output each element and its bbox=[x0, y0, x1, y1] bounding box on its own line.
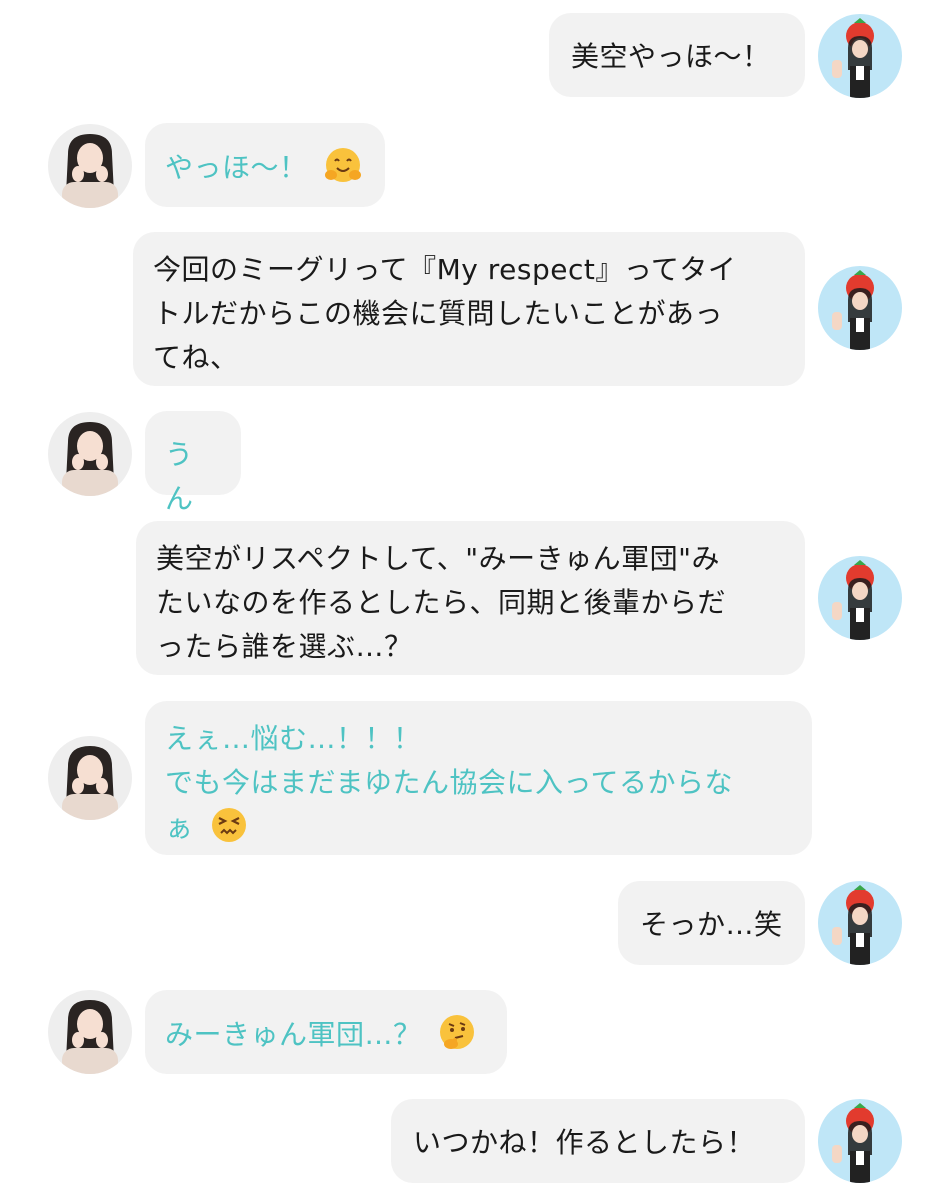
idol-avatar[interactable] bbox=[48, 990, 132, 1074]
message-text-line: たいなのを作るとしたら、同期と後輩からだ bbox=[156, 586, 727, 619]
user-message-bubble: いつかね！作るとしたら！ bbox=[391, 1099, 805, 1183]
idol-avatar-image bbox=[48, 124, 132, 208]
message-text: ぁ bbox=[165, 811, 194, 844]
user-avatar-image bbox=[818, 266, 902, 350]
idol-avatar[interactable] bbox=[48, 124, 132, 208]
message-text: やっほ〜！ bbox=[165, 151, 308, 184]
user-avatar-image bbox=[818, 14, 902, 98]
idol-avatar-image bbox=[48, 990, 132, 1074]
user-avatar-image bbox=[818, 556, 902, 640]
message-text: いつかね！作るとしたら！ bbox=[413, 1126, 756, 1159]
idol-message-bubble: みーきゅん軍団…？ bbox=[145, 990, 507, 1074]
thinking-face-emoji bbox=[437, 1012, 477, 1052]
message-text-line: てね、 bbox=[153, 341, 239, 374]
message-text: そっか…笑 bbox=[640, 908, 783, 941]
message-text: うん bbox=[165, 438, 194, 515]
user-avatar[interactable] bbox=[818, 1099, 902, 1183]
message-text: みーきゅん軍団…？ bbox=[165, 1018, 422, 1051]
idol-message-bubble: えぇ…悩む…！！！ でも今はまだまゆたん協会に入ってるからな ぁ bbox=[145, 701, 812, 855]
idol-message-bubble: うん bbox=[145, 411, 241, 515]
user-message-bubble: 今回のミーグリって『My respect』ってタイ トルだからこの機会に質問した… bbox=[133, 232, 805, 386]
idol-avatar-image bbox=[48, 412, 132, 496]
message-text-line: ぁ bbox=[165, 805, 792, 850]
user-avatar[interactable] bbox=[818, 266, 902, 350]
user-avatar[interactable] bbox=[818, 881, 902, 965]
message-text-line: 今回のミーグリって『My respect』ってタイ bbox=[153, 253, 737, 286]
user-message-bubble: 美空やっほ〜！ bbox=[549, 13, 805, 97]
idol-avatar[interactable] bbox=[48, 412, 132, 496]
message-text-line: トルだからこの機会に質問したいことがあっ bbox=[153, 297, 724, 330]
user-message-bubble: 美空がリスペクトして、"みーきゅん軍団"み たいなのを作るとしたら、同期と後輩か… bbox=[136, 521, 805, 675]
idol-avatar-image bbox=[48, 736, 132, 820]
user-avatar[interactable] bbox=[818, 14, 902, 98]
message-text-line: ったら誰を選ぶ…？ bbox=[156, 630, 413, 663]
user-avatar-image bbox=[818, 1099, 902, 1183]
idol-message-bubble: やっほ〜！ bbox=[145, 123, 385, 207]
hugging-face-emoji bbox=[323, 145, 363, 185]
user-avatar[interactable] bbox=[818, 556, 902, 640]
user-avatar-image bbox=[818, 881, 902, 965]
message-text-line: えぇ…悩む…！！！ bbox=[165, 722, 422, 755]
confounded-face-emoji bbox=[209, 805, 249, 845]
message-text-line: 美空がリスペクトして、"みーきゅん軍団"み bbox=[156, 542, 721, 575]
user-message-bubble: そっか…笑 bbox=[618, 881, 805, 965]
message-text-line: でも今はまだまゆたん協会に入ってるからな bbox=[165, 766, 734, 799]
idol-avatar[interactable] bbox=[48, 736, 132, 820]
message-text: 美空やっほ〜！ bbox=[571, 40, 771, 73]
